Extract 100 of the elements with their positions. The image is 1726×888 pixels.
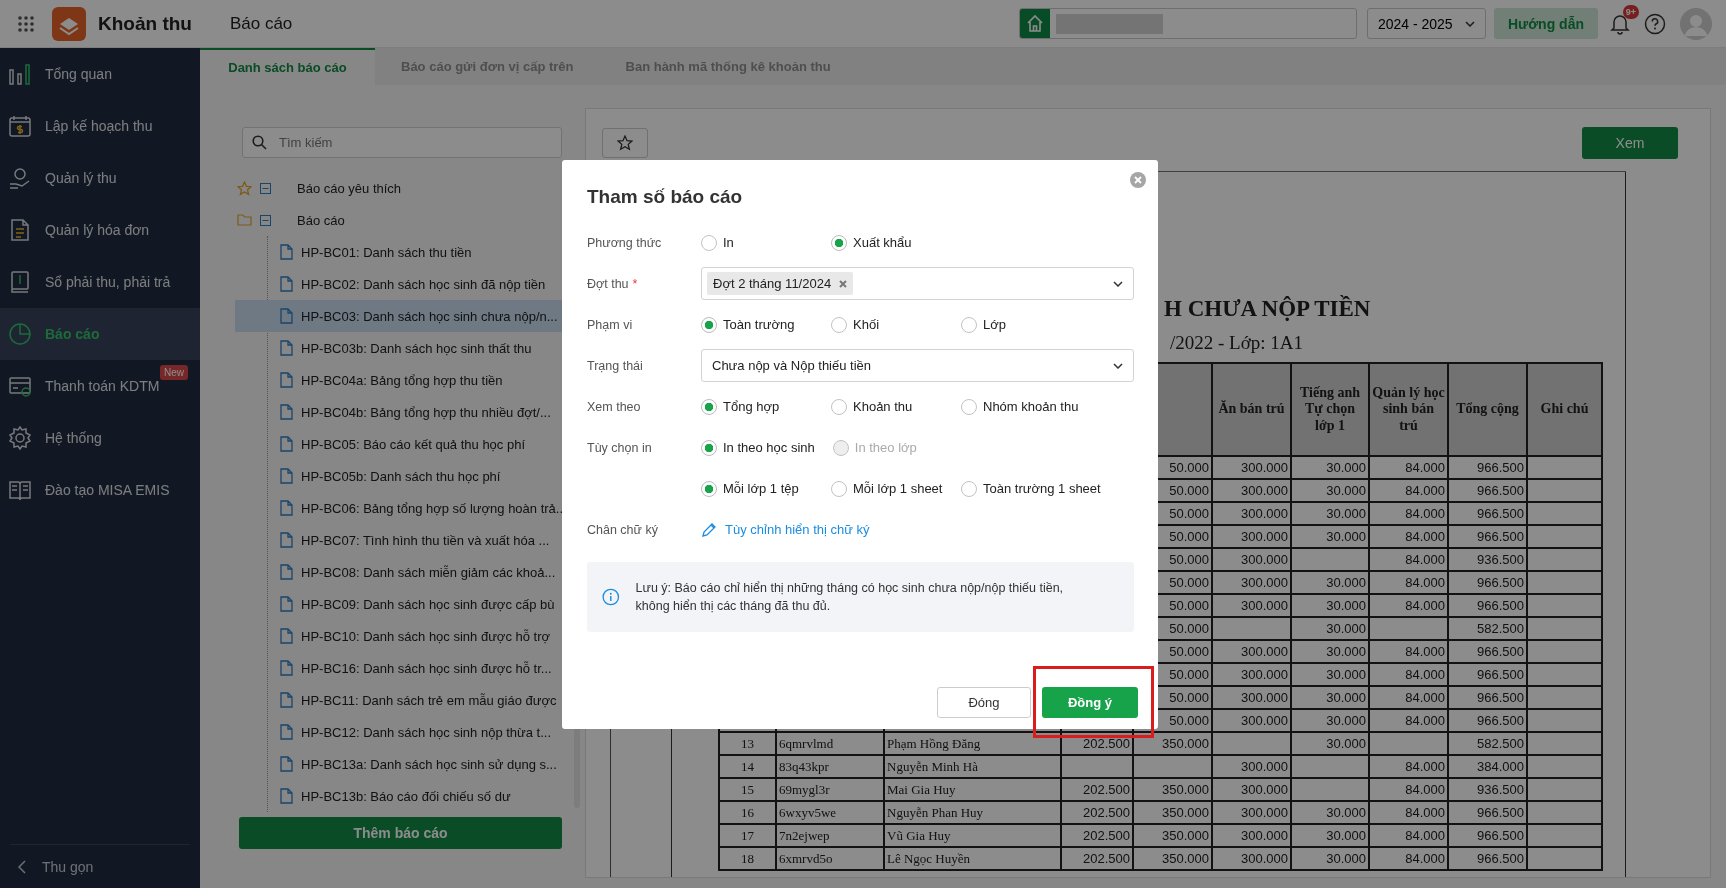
status-select[interactable]: Chưa nộp và Nộp thiếu tiền [701, 349, 1134, 382]
radio-option[interactable]: Xuất khẩu [831, 234, 943, 251]
sidebar-item[interactable]: Lập kế hoạch thu [0, 100, 200, 152]
table-cell: 84.000 [1405, 805, 1445, 820]
document-icon [280, 564, 293, 580]
radio-button[interactable] [701, 316, 717, 333]
report-item[interactable]: HP-BC05b: Danh sách thu học phí [268, 460, 585, 492]
radio-option[interactable]: Tổng hợp [701, 398, 813, 415]
radio-button[interactable] [701, 398, 717, 415]
table-cell: 30.000 [1326, 690, 1366, 705]
report-item[interactable]: HP-BC04a: Bảng tổng hợp thu tiền [268, 364, 585, 396]
favorite-button[interactable] [602, 128, 648, 158]
radio-option[interactable]: Mỗi lớp 1 tệp [701, 480, 813, 497]
collapse-button[interactable]: Thu gọn [10, 844, 190, 888]
school-year-select[interactable]: 2024 - 2025 [1366, 8, 1486, 39]
report-item[interactable]: HP-BC01: Danh sách thu tiền [268, 236, 585, 268]
report-item[interactable]: HP-BC09: Danh sách học sinh được cấp bù [268, 588, 585, 620]
report-item[interactable]: HP-BC02: Danh sách học sinh đã nộp tiền [268, 268, 585, 300]
table-cell: 6xmrvd5o [779, 850, 833, 866]
app-name: Khoản thu [98, 12, 192, 35]
document-icon [280, 276, 293, 292]
confirm-button[interactable]: Đồng ý [1042, 687, 1138, 718]
sidebar-item[interactable]: Tổng quan [0, 48, 200, 100]
report-item[interactable]: HP-BC03b: Danh sách học sinh thất thu [268, 332, 585, 364]
radio-option[interactable]: Khoản thu [831, 398, 943, 415]
table-cell: 30.000 [1326, 805, 1366, 820]
table-cell: 84.000 [1405, 667, 1445, 682]
collapse-toggle-icon[interactable] [260, 214, 271, 226]
radio-button[interactable] [701, 439, 717, 456]
period-select[interactable]: Đợt 2 tháng 11/2024 [701, 267, 1134, 300]
table-cell: 84.000 [1405, 690, 1445, 705]
document-icon [280, 756, 293, 772]
sidebar-item[interactable]: Đào tạo MISA EMIS [0, 464, 200, 516]
table-cell: 936.500 [1477, 552, 1524, 567]
report-item[interactable]: HP-BC12: Danh sách học sinh nộp thừa t... [268, 716, 585, 748]
close-icon[interactable] [1130, 172, 1146, 188]
column-header: Ăn bán trú [1218, 401, 1285, 417]
report-item[interactable]: HP-BC05: Báo cáo kết quả thu học phí [268, 428, 585, 460]
radio-option[interactable]: Khối [831, 316, 943, 333]
report-item[interactable]: HP-BC13b: Báo cáo đối chiếu số dư [268, 780, 585, 812]
sidebar-item[interactable]: Sổ phải thu, phải trả [0, 256, 200, 308]
remove-icon[interactable] [839, 279, 848, 288]
report-item[interactable]: HP-BC16: Danh sách học sinh được hỗ tr... [268, 652, 585, 684]
table-cell: 14 [741, 758, 754, 774]
table-cell: 30.000 [1326, 483, 1366, 498]
table-cell: 202.500 [1083, 782, 1130, 797]
report-item[interactable]: HP-BC13a: Danh sách học sinh sử dụng s... [268, 748, 585, 780]
table-cell: 84.000 [1405, 713, 1445, 728]
table-cell: 50.000 [1169, 460, 1209, 475]
sidebar-item[interactable]: Quản lý thu [0, 152, 200, 204]
table-cell: 966.500 [1477, 506, 1524, 521]
radio-button[interactable] [701, 480, 717, 497]
document-icon [280, 692, 293, 708]
radio-option[interactable]: In [701, 234, 813, 251]
radio-option[interactable]: Toàn trường [701, 316, 813, 333]
collapse-toggle-icon[interactable] [260, 182, 271, 194]
report-item[interactable]: HP-BC08: Danh sách miễn giảm các khoả... [268, 556, 585, 588]
tree-group-label[interactable]: Báo cáo yêu thích [297, 180, 402, 196]
table-cell: 202.500 [1083, 851, 1130, 866]
radio-option[interactable]: Lớp [961, 316, 1073, 333]
view-button[interactable]: Xem [1582, 127, 1678, 159]
folder-icon [237, 214, 252, 226]
table-cell: 30.000 [1326, 460, 1366, 475]
table-cell: 350.000 [1162, 851, 1209, 866]
close-button[interactable]: Đóng [937, 686, 1031, 718]
chevron-down-icon [1464, 20, 1475, 27]
tab[interactable]: Danh sách báo cáo [200, 48, 375, 85]
sidebar-item[interactable]: Hệ thống [0, 412, 200, 464]
report-item[interactable]: HP-BC10: Danh sách học sinh được hỗ trợ [268, 620, 585, 652]
table-cell: 15 [741, 781, 754, 797]
tree-group-label[interactable]: Báo cáo [297, 212, 345, 228]
table-cell: 50.000 [1169, 713, 1209, 728]
radio-option[interactable]: Toàn trường 1 sheet [961, 480, 1101, 497]
table-cell: 966.500 [1477, 667, 1524, 682]
add-report-button[interactable]: Thêm báo cáo [239, 817, 562, 849]
field-label: Chân chữ ký [587, 522, 658, 537]
report-item[interactable]: HP-BC04b: Bảng tổng hợp thu nhiều đợt/... [268, 396, 585, 428]
radio-option[interactable]: Mỗi lớp 1 sheet [831, 480, 943, 497]
column-header: Tổng cộng [1456, 401, 1519, 417]
table-cell: 50.000 [1169, 483, 1209, 498]
document-icon [280, 660, 293, 676]
table-cell: 300.000 [1241, 460, 1288, 475]
school-field[interactable] [1018, 8, 1357, 39]
sidebar-item[interactable]: Quản lý hóa đơn [0, 204, 200, 256]
table-cell: 17 [741, 827, 754, 843]
table-cell: 30.000 [1326, 713, 1366, 728]
help-icon[interactable] [1644, 12, 1666, 35]
report-item[interactable]: HP-BC06: Bảng tổng hợp số lượng hoàn trả.. [268, 492, 585, 524]
sidebar-item[interactable]: Thanh toán KDTM New [0, 360, 200, 412]
radio-option[interactable]: Nhóm khoản thu [961, 398, 1079, 415]
radio-option[interactable]: In theo học sinh [701, 439, 815, 456]
table-cell: 84.000 [1405, 529, 1445, 544]
report-item[interactable]: HP-BC07: Tình hình thu tiền và xuất hóa ... [268, 524, 585, 556]
search-field[interactable]: Tìm kiếm [242, 127, 562, 158]
radio-button[interactable] [831, 234, 847, 251]
signature-link[interactable]: Tùy chỉnh hiển thị chữ ký [725, 522, 870, 537]
app-grid-icon[interactable] [18, 15, 34, 32]
report-item[interactable]: HP-BC11: Danh sách trẻ em mẫu giáo được [268, 684, 585, 716]
table-cell: 300.000 [1241, 690, 1288, 705]
table-cell: 50.000 [1169, 621, 1209, 636]
